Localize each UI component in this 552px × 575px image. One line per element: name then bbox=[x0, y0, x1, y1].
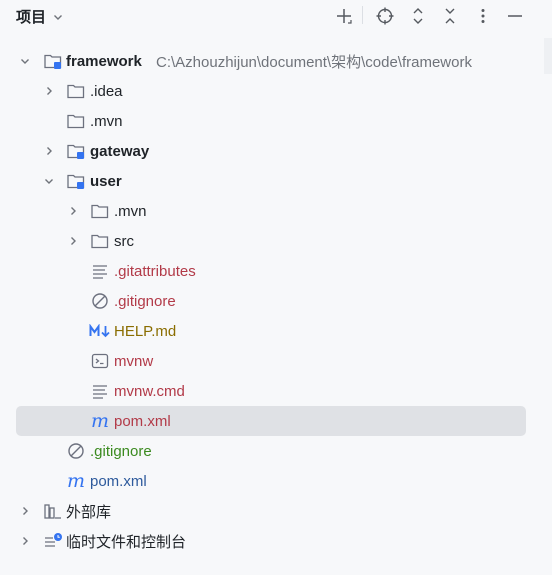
tree-node-gateway[interactable]: gateway bbox=[0, 136, 552, 166]
tree-node-label: HELP.md bbox=[114, 322, 177, 340]
tree-node-label: .gitattributes bbox=[114, 262, 196, 280]
tree-node-label: .idea bbox=[90, 82, 123, 100]
tree-node-user-pom[interactable]: m pom.xml bbox=[0, 406, 552, 436]
chevron-down-icon bbox=[54, 14, 63, 20]
tree-node-user-src[interactable]: src bbox=[0, 226, 552, 256]
chevron-right-icon[interactable] bbox=[65, 196, 81, 226]
ignore-file-icon bbox=[66, 436, 86, 466]
tree-node-user-gitignore[interactable]: .gitignore bbox=[0, 286, 552, 316]
chevron-right-icon[interactable] bbox=[41, 76, 57, 106]
tree-node-label: mvnw bbox=[114, 352, 154, 370]
tree-node-label: user bbox=[90, 172, 122, 190]
tree-node-gitattributes[interactable]: .gitattributes bbox=[0, 256, 552, 286]
locate-icon[interactable] bbox=[372, 3, 398, 29]
terminal-icon bbox=[90, 346, 110, 376]
tree-node-label: .gitignore bbox=[90, 442, 152, 460]
tree-node-label: 外部库 bbox=[66, 503, 112, 521]
text-file-icon bbox=[90, 256, 110, 286]
chevron-down-icon[interactable] bbox=[41, 166, 57, 196]
tree-node-label: gateway bbox=[90, 142, 150, 160]
tree-node-framework[interactable]: framework C:\Azhouzhijun\document\架构\cod… bbox=[0, 46, 552, 76]
chevron-down-icon[interactable] bbox=[17, 46, 33, 76]
minimize-icon[interactable] bbox=[502, 3, 528, 29]
tree-node-gitignore[interactable]: .gitignore bbox=[0, 436, 552, 466]
add-icon[interactable] bbox=[331, 3, 357, 29]
maven-icon: m bbox=[66, 466, 86, 496]
module-folder-icon bbox=[66, 166, 86, 196]
tree-node-label: pom.xml bbox=[114, 412, 171, 430]
ignore-file-icon bbox=[90, 286, 110, 316]
scratches-icon bbox=[43, 526, 63, 556]
project-view-selector[interactable]: 项目 bbox=[16, 6, 64, 27]
svg-text:m: m bbox=[91, 412, 109, 430]
tree-node-mvnw-cmd[interactable]: mvnw.cmd bbox=[0, 376, 552, 406]
tree-node-idea[interactable]: .idea bbox=[0, 76, 552, 106]
tree-node-scratches[interactable]: 临时文件和控制台 bbox=[0, 526, 552, 556]
library-icon bbox=[43, 496, 63, 526]
module-folder-icon bbox=[66, 136, 86, 166]
folder-icon bbox=[66, 76, 86, 106]
panel-header: 项目 bbox=[0, 0, 552, 32]
tree-node-label: framework bbox=[66, 52, 142, 70]
svg-text:m: m bbox=[67, 472, 85, 490]
chevron-right-icon[interactable] bbox=[17, 496, 33, 526]
tree-node-label: pom.xml bbox=[90, 472, 147, 490]
tree-node-label: mvnw.cmd bbox=[114, 382, 185, 400]
tree-node-user-mvn[interactable]: .mvn bbox=[0, 196, 552, 226]
tree-node-label: src bbox=[114, 232, 134, 250]
maven-icon: m bbox=[90, 406, 110, 436]
chevron-right-icon[interactable] bbox=[41, 136, 57, 166]
tree-node-label: .gitignore bbox=[114, 292, 176, 310]
folder-icon bbox=[66, 106, 86, 136]
toolbar-separator bbox=[362, 6, 363, 24]
markdown-icon bbox=[88, 316, 112, 346]
tree-node-help-md[interactable]: HELP.md bbox=[0, 316, 552, 346]
tree-node-label: .mvn bbox=[114, 202, 147, 220]
chevron-right-icon[interactable] bbox=[65, 226, 81, 256]
chevron-right-icon[interactable] bbox=[17, 526, 33, 556]
collapse-all-icon[interactable] bbox=[437, 3, 463, 29]
module-folder-icon bbox=[43, 46, 63, 76]
tree-node-mvnw[interactable]: mvnw bbox=[0, 346, 552, 376]
tree-node-external-libraries[interactable]: 外部库 bbox=[0, 496, 552, 526]
text-file-icon bbox=[90, 376, 110, 406]
tree-node-user[interactable]: user bbox=[0, 166, 552, 196]
tree-node-pom[interactable]: m pom.xml bbox=[0, 466, 552, 496]
project-path: C:\Azhouzhijun\document\架构\code\framewor… bbox=[156, 53, 472, 71]
tree-node-label: 临时文件和控制台 bbox=[66, 533, 187, 551]
tree-node-label: .mvn bbox=[90, 112, 123, 130]
folder-icon bbox=[90, 226, 110, 256]
panel-title: 项目 bbox=[16, 9, 47, 26]
more-icon[interactable] bbox=[470, 3, 496, 29]
tree-node-mvn[interactable]: .mvn bbox=[0, 106, 552, 136]
folder-icon bbox=[90, 196, 110, 226]
expand-all-icon[interactable] bbox=[405, 3, 431, 29]
